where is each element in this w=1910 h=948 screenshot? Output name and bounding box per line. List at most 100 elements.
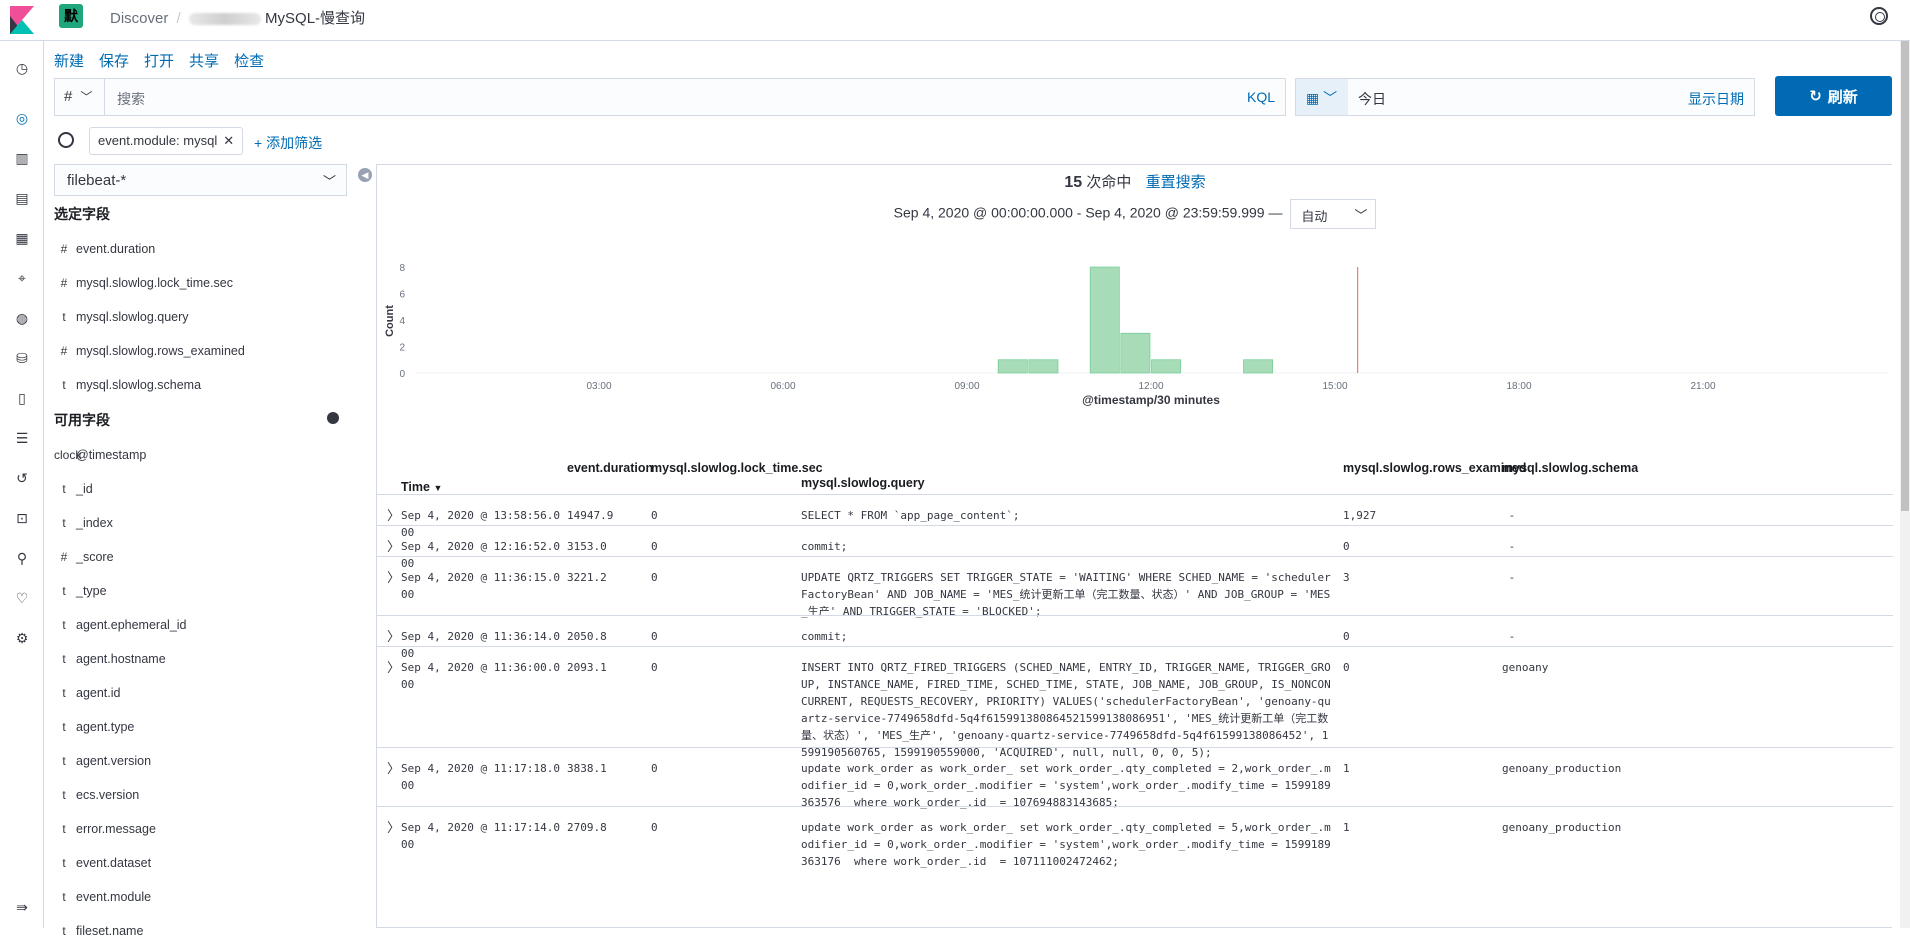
expand-row-icon[interactable]: 〉: [387, 817, 400, 836]
field-item[interactable]: # mysql.slowlog.rows_examined: [54, 334, 354, 368]
cell-query: commit;: [801, 540, 848, 553]
discover-compass-icon[interactable]: ◎: [14, 110, 30, 126]
dev-tools-icon[interactable]: ⚲: [14, 550, 30, 566]
field-item[interactable]: t event.dataset: [54, 846, 354, 880]
kql-toggle[interactable]: KQL: [1247, 89, 1275, 105]
date-range-value[interactable]: 今日: [1358, 89, 1386, 109]
canvas-icon[interactable]: ▦: [14, 230, 30, 246]
field-item[interactable]: t event.module: [54, 880, 354, 914]
breadcrumb-separator: /: [176, 10, 181, 27]
chevron-down-icon: ﹀: [80, 90, 93, 104]
cell-query: update work_order as work_order_ set wor…: [801, 762, 1331, 809]
field-item[interactable]: # event.duration: [54, 232, 354, 266]
header-rows-examined[interactable]: mysql.slowlog.rows_examined: [1343, 461, 1526, 475]
expand-row-icon[interactable]: 〉: [387, 626, 400, 645]
page-scrollbar[interactable]: [1900, 41, 1910, 928]
scrollbar-thumb[interactable]: [1901, 41, 1909, 511]
collapse-sidebar-icon[interactable]: ◀: [358, 168, 372, 182]
expand-row-icon[interactable]: 〉: [387, 567, 400, 586]
reset-search-link[interactable]: 重置搜索: [1146, 174, 1206, 191]
field-name: fileset.name: [76, 924, 144, 938]
menu-save[interactable]: 保存: [99, 53, 129, 70]
show-dates-link[interactable]: 显示日期: [1688, 89, 1744, 109]
field-item[interactable]: t ecs.version: [54, 778, 354, 812]
expand-row-icon[interactable]: 〉: [387, 657, 400, 676]
field-item[interactable]: t mysql.slowlog.query: [54, 300, 354, 334]
field-item[interactable]: t agent.type: [54, 710, 354, 744]
dashboard-icon[interactable]: ▤: [14, 190, 30, 206]
refresh-button[interactable]: ↻ 刷新: [1775, 76, 1892, 116]
expand-row-icon[interactable]: 〉: [387, 536, 400, 555]
cell-schema: genoany: [1502, 661, 1549, 674]
visualize-icon[interactable]: ▥: [14, 150, 30, 166]
field-item[interactable]: t agent.ephemeral_id: [54, 608, 354, 642]
field-item[interactable]: t agent.hostname: [54, 642, 354, 676]
maps-icon[interactable]: ⌖: [14, 270, 30, 286]
field-type-icon: t: [62, 788, 66, 802]
expand-row-icon[interactable]: 〉: [387, 505, 400, 524]
infrastructure-icon[interactable]: ⛁: [14, 350, 30, 366]
cell-duration: 3221.2: [567, 571, 607, 584]
management-gear-icon[interactable]: ⚙: [14, 630, 30, 646]
histogram-bar[interactable]: [997, 359, 1028, 374]
logs-icon[interactable]: ▯: [14, 390, 30, 406]
siem-icon[interactable]: ⊡: [14, 510, 30, 526]
cell-time: Sep 4, 2020 @ 11:17:18.000: [401, 762, 560, 792]
filter-pill[interactable]: event.module: mysql ✕: [89, 127, 244, 155]
field-item[interactable]: t _id: [54, 472, 354, 506]
recent-clock-icon[interactable]: ◷: [14, 60, 30, 76]
field-name: mysql.slowlog.schema: [76, 378, 202, 392]
calendar-icon[interactable]: ▦ ﹀: [1296, 79, 1348, 115]
header-time[interactable]: Time ▼: [401, 480, 442, 494]
filter-settings-icon[interactable]: [58, 132, 74, 148]
field-type-icon: #: [60, 242, 68, 256]
query-type-select[interactable]: # ﹀: [55, 79, 105, 115]
expand-row-icon[interactable]: 〉: [387, 758, 400, 777]
field-item[interactable]: t agent.version: [54, 744, 354, 778]
field-item[interactable]: t _index: [54, 506, 354, 540]
apm-icon[interactable]: ☰: [14, 430, 30, 446]
menu-open[interactable]: 打开: [144, 53, 174, 70]
y-tick-label: 0: [399, 369, 405, 380]
histogram-bar[interactable]: [1120, 332, 1151, 374]
y-axis-label: Count: [384, 305, 396, 337]
search-input[interactable]: 搜索: [117, 89, 145, 109]
field-name: event.module: [76, 890, 152, 904]
field-item[interactable]: # mysql.slowlog.lock_time.sec: [54, 266, 354, 300]
field-item[interactable]: t error.message: [54, 812, 354, 846]
menu-share[interactable]: 共享: [189, 53, 219, 70]
breadcrumb-discover[interactable]: Discover: [110, 10, 168, 27]
histogram-bar[interactable]: [1151, 359, 1182, 374]
header-duration[interactable]: event.duration: [567, 461, 653, 475]
cell-schema: genoany_production: [1502, 762, 1622, 775]
table-row: 〉 Sep 4, 2020 @ 11:17:14.000 2709.8 0 update…: [377, 806, 1893, 868]
field-type-icon: clock: [54, 448, 82, 462]
field-item[interactable]: t mysql.slowlog.schema: [54, 368, 354, 402]
monitoring-icon[interactable]: ♡: [14, 590, 30, 606]
space-avatar[interactable]: 默: [59, 4, 83, 28]
kibana-logo-icon[interactable]: [10, 6, 34, 34]
gear-icon[interactable]: [327, 412, 339, 424]
help-icon[interactable]: [1870, 7, 1888, 25]
menu-inspect[interactable]: 检查: [234, 53, 264, 70]
field-item[interactable]: t _type: [54, 574, 354, 608]
header-query[interactable]: mysql.slowlog.query: [801, 476, 925, 490]
field-item[interactable]: t fileset.name: [54, 914, 354, 948]
uptime-icon[interactable]: ↺: [14, 470, 30, 486]
field-item[interactable]: t agent.id: [54, 676, 354, 710]
histogram-bar[interactable]: [1028, 359, 1059, 374]
field-item[interactable]: # _score: [54, 540, 354, 574]
histogram-bar[interactable]: [1089, 266, 1120, 374]
close-icon[interactable]: ✕: [223, 133, 234, 148]
sort-down-icon[interactable]: ▼: [433, 483, 442, 493]
header-schema[interactable]: mysql.slowlog.schema: [1502, 461, 1638, 475]
interval-select[interactable]: 自动 ﹀: [1290, 199, 1377, 229]
histogram-bar[interactable]: [1243, 359, 1274, 374]
menu-new[interactable]: 新建: [54, 53, 84, 70]
header-lock-time[interactable]: mysql.slowlog.lock_time.sec: [651, 461, 823, 475]
field-item[interactable]: clock @timestamp: [54, 438, 354, 472]
dock-nav-icon[interactable]: ⇛: [14, 899, 30, 915]
ml-icon[interactable]: ◍: [14, 310, 30, 326]
index-pattern-select[interactable]: filebeat-* ﹀: [54, 164, 347, 196]
add-filter-link[interactable]: + 添加筛选: [254, 133, 322, 153]
